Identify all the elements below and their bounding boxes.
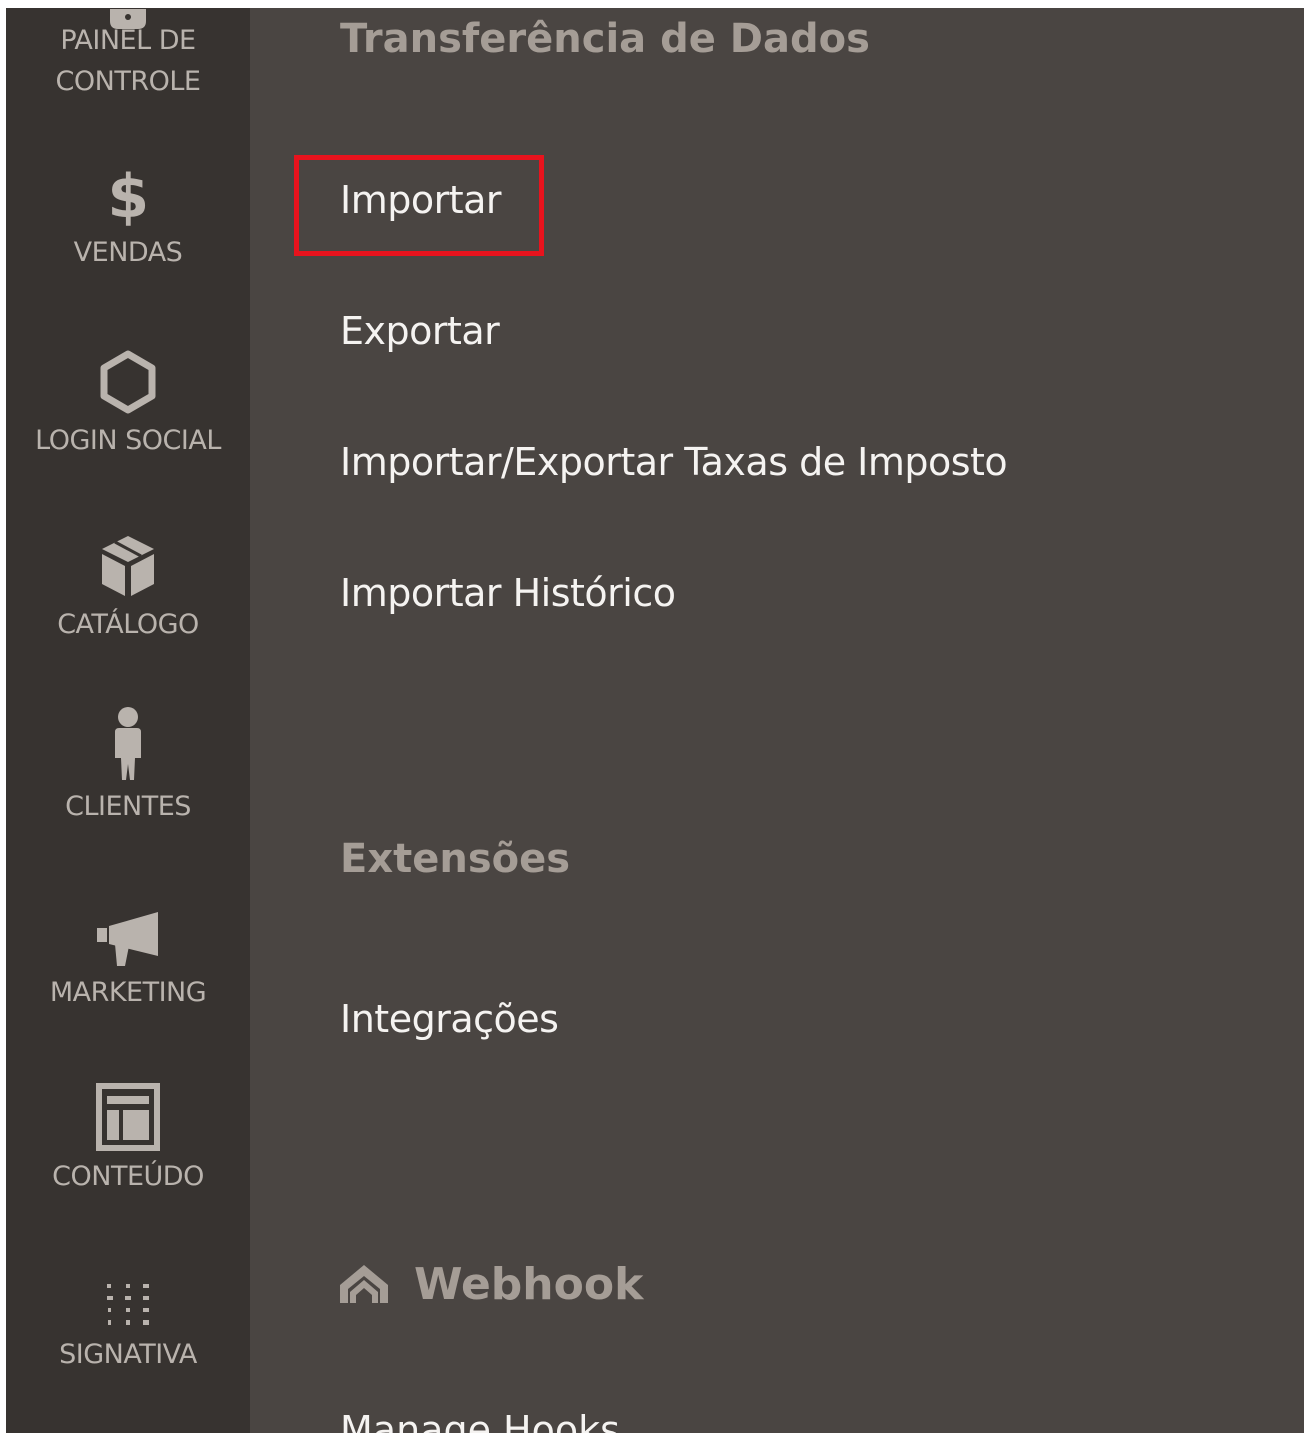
webhook-title-text: Webhook (414, 1259, 644, 1310)
megaphone-icon (88, 906, 168, 972)
sidebar-item-label: MARKETING (49, 977, 207, 1008)
sidebar-item-label: CONTROLE (55, 66, 201, 97)
signativa-logo-icon (103, 1278, 153, 1334)
sidebar-item-catalog[interactable]: CATÁLOGO (6, 530, 250, 645)
sidebar-item-social-login[interactable]: LOGIN SOCIAL (6, 348, 250, 461)
sidebar-item-sales[interactable]: $ VENDAS (6, 162, 250, 273)
import-history-link[interactable]: Importar Histórico (340, 569, 676, 617)
sidebar-item-label: CLIENTES (65, 791, 191, 822)
sidebar-item-dashboard[interactable]: PAINEL DE CONTROLE (6, 8, 250, 102)
export-link[interactable]: Exportar (340, 307, 500, 355)
integrations-link[interactable]: Integrações (340, 995, 559, 1043)
dashboard-icon (88, 8, 168, 29)
sidebar-item-signativa[interactable]: SIGNATIVA (6, 1278, 250, 1375)
sidebar-item-label: CATÁLOGO (57, 609, 199, 640)
import-export-tax-rates-link[interactable]: Importar/Exportar Taxas de Imposto (340, 438, 1008, 486)
sidebar-item-label: VENDAS (73, 237, 183, 268)
hexagon-icon (98, 348, 158, 420)
webhook-section-title: Webhook (336, 1258, 643, 1312)
webhook-logo-icon (336, 1259, 392, 1311)
sidebar-item-label: SIGNATIVA (59, 1339, 197, 1370)
import-link[interactable]: Importar (340, 176, 502, 224)
layout-icon (93, 1082, 163, 1156)
sidebar-item-label: CONTEÚDO (52, 1161, 204, 1192)
sidebar-item-label: PAINEL DE (60, 25, 196, 56)
data-transfer-section-title: Transferência de Dados (340, 16, 870, 62)
person-icon (103, 704, 153, 786)
system-submenu-panel: Transferência de Dados Importar Exportar… (250, 8, 1304, 1433)
sidebar-item-customers[interactable]: CLIENTES (6, 704, 250, 827)
box-icon (96, 530, 160, 604)
dollar-icon: $ (107, 162, 149, 232)
sidebar-item-label: LOGIN SOCIAL (35, 425, 221, 456)
sidebar-item-content[interactable]: CONTEÚDO (6, 1082, 250, 1197)
admin-menu-screenshot: PAINEL DE CONTROLE $ VENDAS LOGIN SOCIAL (6, 8, 1304, 1433)
extensions-section-title: Extensões (340, 836, 571, 882)
admin-sidebar: PAINEL DE CONTROLE $ VENDAS LOGIN SOCIAL (6, 8, 250, 1433)
manage-hooks-link[interactable]: Manage Hooks (340, 1406, 620, 1433)
sidebar-item-marketing[interactable]: MARKETING (6, 906, 250, 1013)
